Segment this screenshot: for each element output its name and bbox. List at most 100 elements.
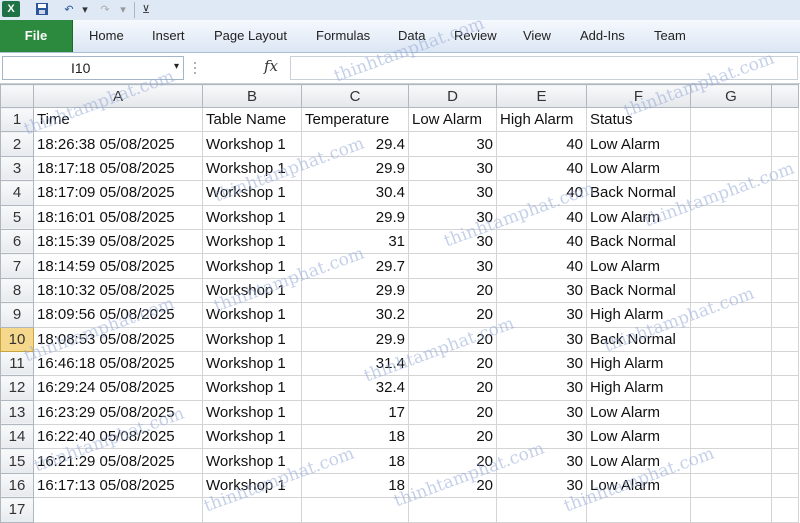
customize-toolbar-icon[interactable]: ⊻ — [140, 1, 152, 17]
cell[interactable] — [771, 497, 799, 523]
row-header[interactable]: 15 — [0, 448, 34, 474]
cell[interactable]: 29.4 — [301, 131, 409, 157]
cell[interactable]: 30 — [408, 180, 497, 206]
row-header[interactable]: 13 — [0, 399, 34, 426]
cell[interactable]: 30 — [496, 472, 587, 499]
row-header[interactable]: 17 — [0, 497, 34, 523]
row-header[interactable]: 12 — [0, 375, 34, 401]
cell[interactable]: 20 — [408, 399, 497, 426]
cell[interactable] — [690, 497, 772, 523]
cell[interactable] — [771, 448, 799, 474]
cell[interactable]: 40 — [496, 180, 587, 206]
save-icon[interactable] — [34, 1, 50, 17]
cell[interactable]: 16:29:24 05/08/2025 — [33, 375, 203, 401]
cell[interactable]: 18:17:18 05/08/2025 — [33, 155, 203, 182]
cell[interactable] — [690, 375, 772, 401]
cell[interactable]: 18:16:01 05/08/2025 — [33, 204, 203, 230]
cell[interactable]: 29.9 — [301, 155, 409, 182]
cell[interactable] — [771, 326, 799, 352]
cell[interactable]: 30 — [408, 228, 497, 255]
cell[interactable]: Low Alarm — [408, 106, 497, 133]
tab-add-ins[interactable]: Add-Ins — [580, 20, 625, 52]
cell[interactable] — [690, 424, 772, 450]
cell[interactable]: Low Alarm — [586, 472, 691, 499]
cell[interactable]: 18:15:39 05/08/2025 — [33, 228, 203, 255]
cell[interactable]: Workshop 1 — [202, 155, 302, 182]
cell[interactable]: 32.4 — [301, 375, 409, 401]
cell[interactable] — [690, 180, 772, 206]
row-header[interactable]: 1 — [0, 106, 34, 133]
tab-insert[interactable]: Insert — [152, 20, 185, 52]
cell[interactable]: Low Alarm — [586, 399, 691, 426]
name-box[interactable]: I10 ▾ — [2, 56, 184, 80]
cell[interactable]: High Alarm — [586, 302, 691, 328]
formula-bar-grip-icon[interactable] — [188, 59, 202, 77]
cell[interactable]: 40 — [496, 155, 587, 182]
cell[interactable]: Back Normal — [586, 326, 691, 352]
cell[interactable]: Workshop 1 — [202, 228, 302, 255]
cell[interactable]: Status — [586, 106, 691, 133]
tab-data[interactable]: Data — [398, 20, 425, 52]
cell[interactable]: Workshop 1 — [202, 204, 302, 230]
cell[interactable] — [202, 497, 302, 523]
cell[interactable]: 30 — [496, 277, 587, 304]
cell[interactable]: 29.9 — [301, 277, 409, 304]
cell[interactable] — [771, 253, 799, 279]
cell[interactable]: 40 — [496, 131, 587, 157]
formula-input[interactable] — [290, 56, 798, 80]
row-header[interactable]: 9 — [0, 302, 34, 328]
row-header[interactable]: 10 — [0, 326, 34, 352]
cell[interactable]: 18:09:56 05/08/2025 — [33, 302, 203, 328]
redo-dropdown-icon[interactable]: ▾ — [118, 1, 128, 17]
cell[interactable]: Workshop 1 — [202, 375, 302, 401]
cell[interactable] — [771, 204, 799, 230]
cell[interactable]: 30 — [408, 204, 497, 230]
cell[interactable]: Low Alarm — [586, 424, 691, 450]
cell[interactable]: 18:17:09 05/08/2025 — [33, 180, 203, 206]
cell[interactable]: 31 — [301, 228, 409, 255]
cell[interactable] — [690, 302, 772, 328]
cell[interactable]: High Alarm — [586, 350, 691, 377]
cell[interactable] — [690, 228, 772, 255]
cell[interactable]: 30 — [496, 424, 587, 450]
cell[interactable] — [771, 424, 799, 450]
cell[interactable]: 30.4 — [301, 180, 409, 206]
column-header[interactable] — [771, 84, 799, 108]
cell[interactable]: High Alarm — [586, 375, 691, 401]
cell[interactable] — [771, 302, 799, 328]
cell[interactable]: 30 — [408, 155, 497, 182]
undo-dropdown-icon[interactable]: ▾ — [80, 1, 90, 17]
cell[interactable]: Workshop 1 — [202, 448, 302, 474]
cell[interactable]: Low Alarm — [586, 253, 691, 279]
cell[interactable]: 18:26:38 05/08/2025 — [33, 131, 203, 157]
cell[interactable] — [33, 497, 203, 523]
cell[interactable] — [690, 399, 772, 426]
cell[interactable]: 20 — [408, 375, 497, 401]
cell[interactable]: 29.7 — [301, 253, 409, 279]
cell[interactable]: Workshop 1 — [202, 350, 302, 377]
cell[interactable]: Low Alarm — [586, 204, 691, 230]
cell[interactable]: 16:21:29 05/08/2025 — [33, 448, 203, 474]
cell[interactable]: 20 — [408, 326, 497, 352]
row-header[interactable]: 16 — [0, 472, 34, 499]
cell[interactable]: Back Normal — [586, 228, 691, 255]
row-header[interactable]: 5 — [0, 204, 34, 230]
cell[interactable]: High Alarm — [496, 106, 587, 133]
row-header[interactable]: 8 — [0, 277, 34, 304]
cell[interactable]: Workshop 1 — [202, 399, 302, 426]
cell[interactable]: 20 — [408, 277, 497, 304]
cell[interactable] — [690, 204, 772, 230]
cell[interactable] — [586, 497, 691, 523]
insert-function-icon[interactable]: fx — [264, 57, 278, 75]
cell[interactable]: Workshop 1 — [202, 131, 302, 157]
cell[interactable]: 16:22:40 05/08/2025 — [33, 424, 203, 450]
cell[interactable]: 29.9 — [301, 204, 409, 230]
cell[interactable]: Table Name — [202, 106, 302, 133]
cell[interactable]: 29.9 — [301, 326, 409, 352]
cell[interactable]: 20 — [408, 472, 497, 499]
tab-page-layout[interactable]: Page Layout — [214, 20, 287, 52]
cell[interactable] — [690, 350, 772, 377]
cell[interactable]: 18:14:59 05/08/2025 — [33, 253, 203, 279]
cell[interactable] — [771, 472, 799, 499]
cell[interactable]: 16:46:18 05/08/2025 — [33, 350, 203, 377]
